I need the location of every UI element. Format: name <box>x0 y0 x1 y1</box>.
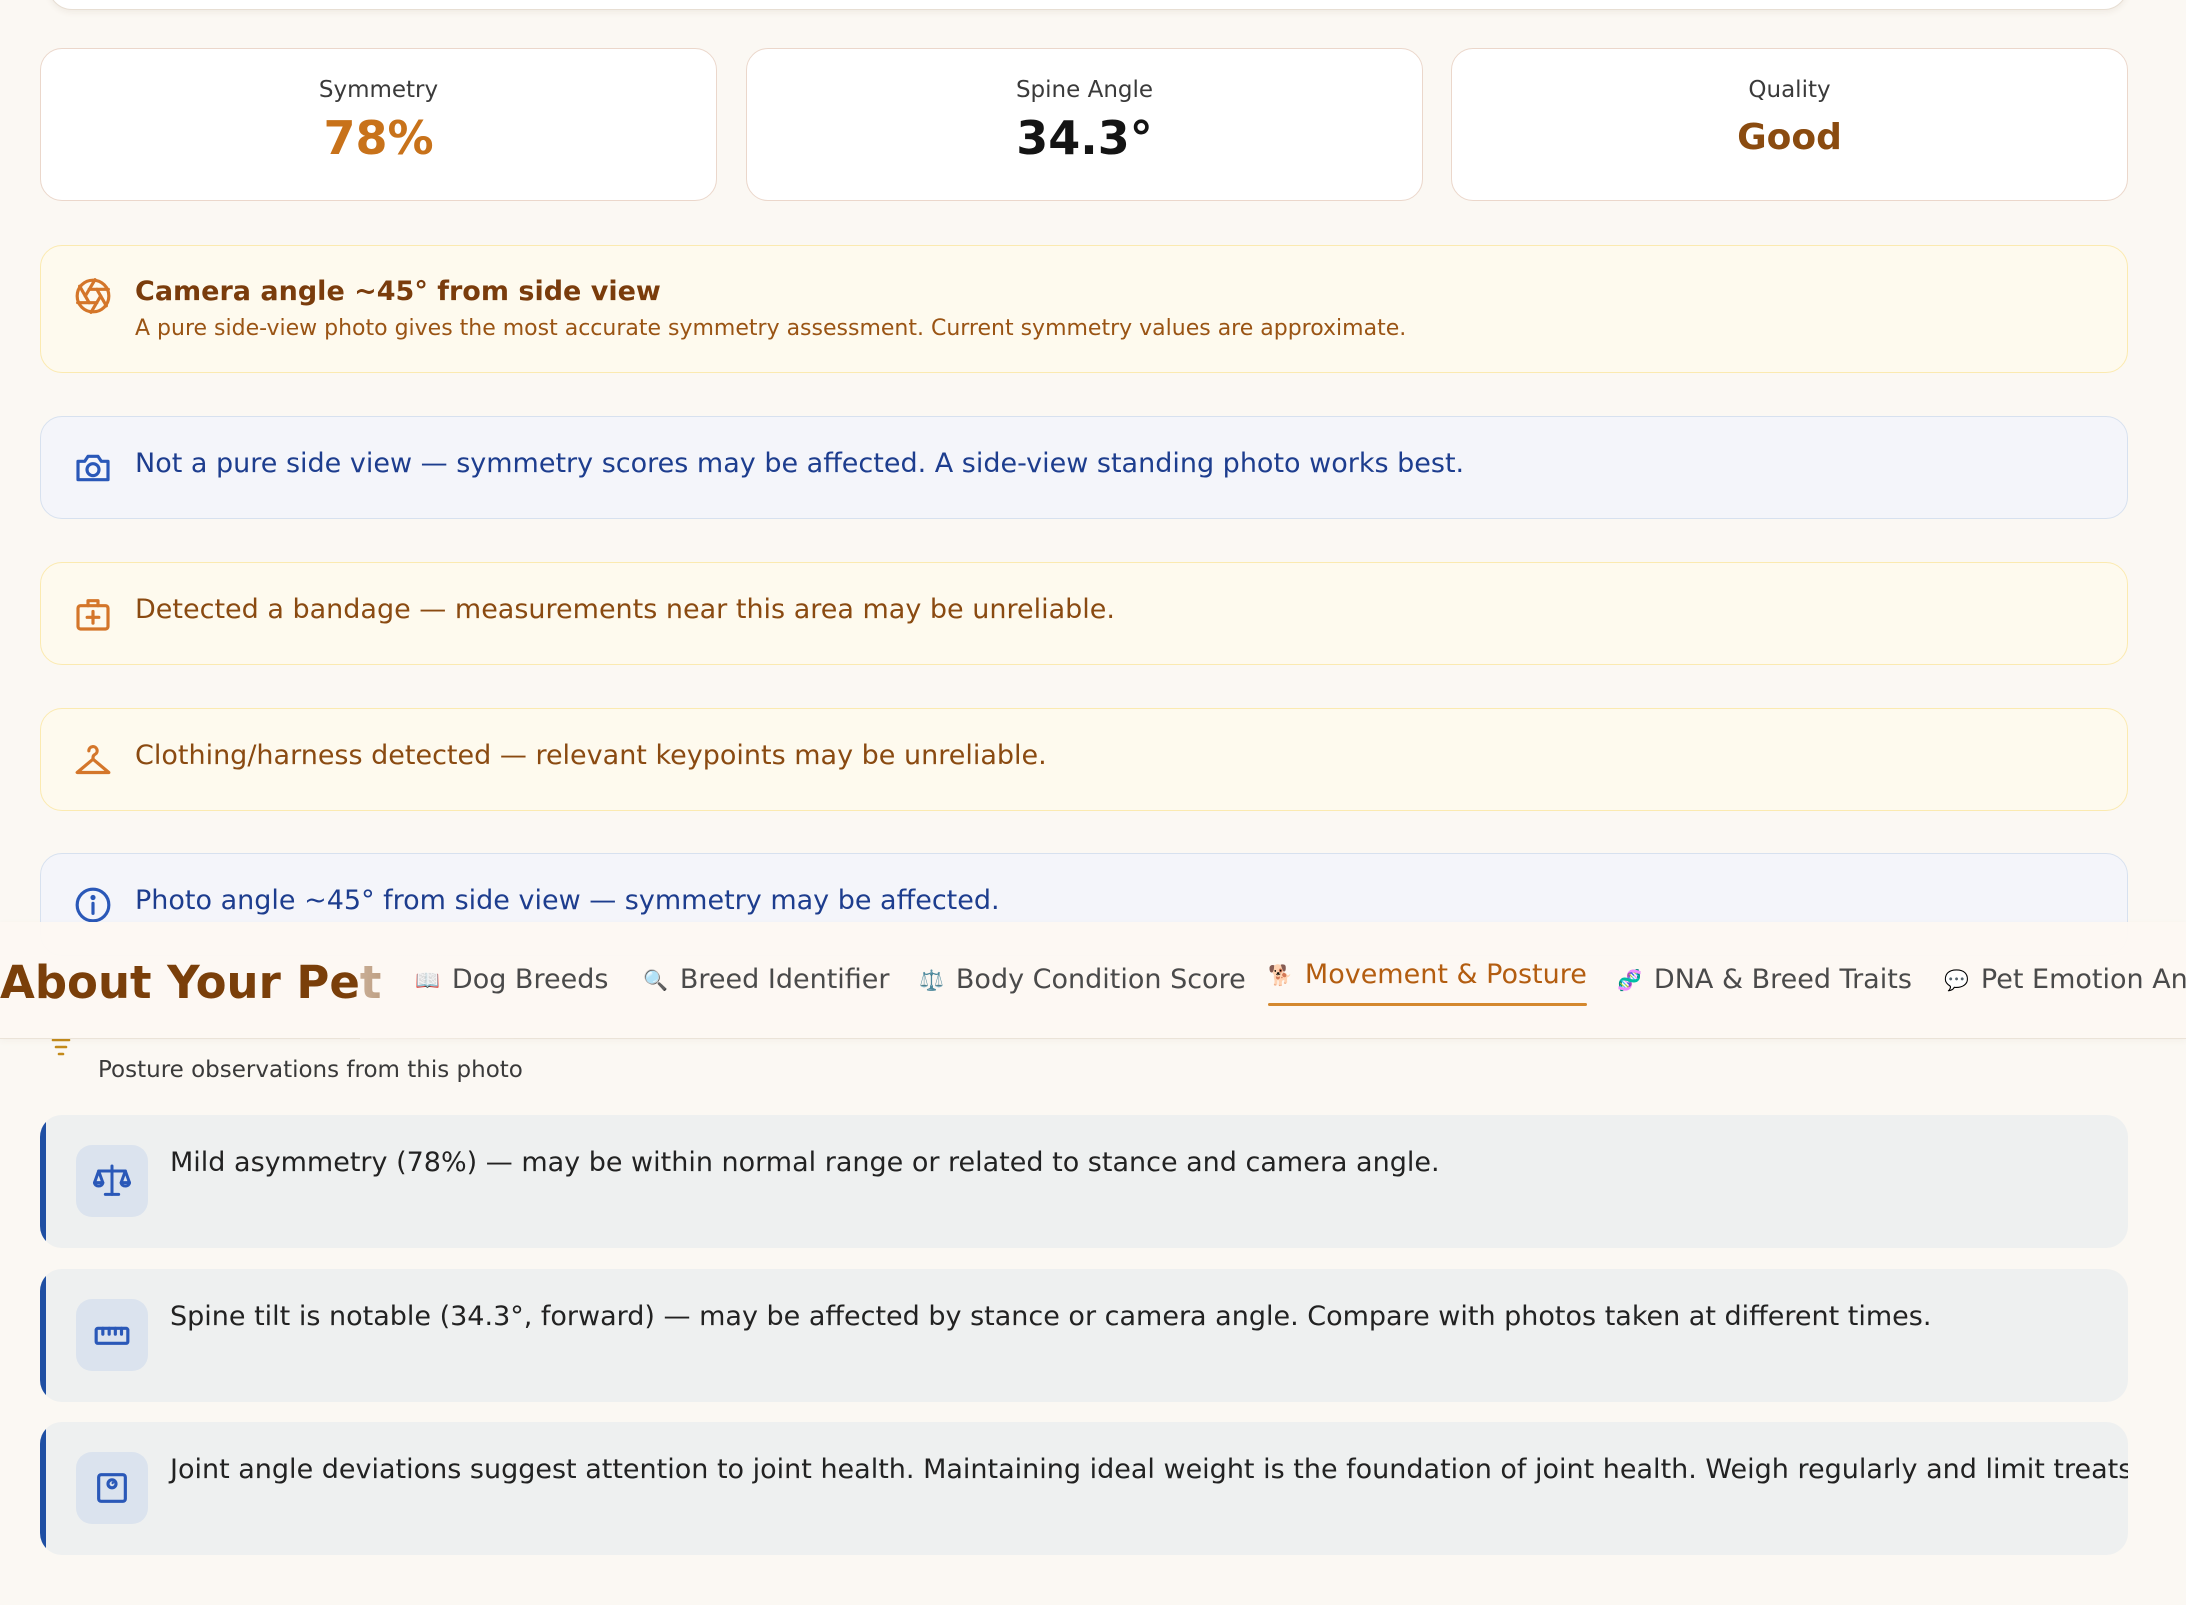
nav-tab-dna-breed-traits[interactable]: 🧬 DNA & Breed Traits <box>1617 964 1912 995</box>
observation-card: Mild asymmetry (78%) — may be within nor… <box>40 1115 2128 1248</box>
metric-value: 34.3° <box>1016 111 1153 165</box>
metric-value: Good <box>1737 117 1842 158</box>
observation-text: Joint angle deviations suggest attention… <box>170 1454 2128 1485</box>
metric-label: Quality <box>1748 77 1831 103</box>
nav-tab-label: Pet Emotion Ana <box>1980 964 2186 995</box>
medical-kit-icon <box>76 599 110 631</box>
nav-tab-body-condition-score[interactable]: ⚖️ Body Condition Score <box>919 964 1246 995</box>
nav-tab-breed-identifier[interactable]: 🔍 Breed Identifier <box>643 964 890 995</box>
balance-icon <box>76 1145 148 1217</box>
alert-text: Detected a bandage — measurements near t… <box>135 594 1115 625</box>
alert-text: Clothing/harness detected — relevant key… <box>135 740 1047 771</box>
nav-tab-pet-emotion[interactable]: 💬 Pet Emotion Ana <box>1944 964 2186 995</box>
nav-tab-label: Breed Identifier <box>679 964 890 995</box>
nav-tab-dog-breeds[interactable]: 📖 Dog Breeds <box>415 964 608 995</box>
metric-card-quality: Quality Good <box>1451 48 2128 201</box>
clothing-warning: Clothing/harness detected — relevant key… <box>40 708 2128 811</box>
metric-label: Symmetry <box>318 77 439 103</box>
weight-scale-icon <box>76 1452 148 1524</box>
previous-card-edge <box>48 0 2128 10</box>
alert-text: Photo angle ~45° from side view — symmet… <box>135 885 1000 916</box>
metric-card-spine-angle: Spine Angle 34.3° <box>746 48 1423 201</box>
alert-text: Not a pure side view — symmetry scores m… <box>135 448 1465 479</box>
metric-card-symmetry: Symmetry 78% <box>40 48 717 201</box>
nav-tab-movement-posture[interactable]: 🐕 Movement & Posture <box>1268 959 1587 1006</box>
section-subtitle: Posture observations from this photo <box>98 1057 523 1083</box>
ruler-icon <box>76 1299 148 1371</box>
nav-tab-label: Movement & Posture <box>1304 959 1587 990</box>
top-nav-bar: About Your Pet 📖 Dog Breeds 🔍 Breed Iden… <box>0 922 2186 1039</box>
brand-title[interactable]: About Your Pet <box>0 956 381 1009</box>
aperture-icon <box>75 278 111 314</box>
camera-angle-warning: Camera angle ~45° from side view A pure … <box>40 245 2128 373</box>
nav-tab-label: Body Condition Score <box>955 964 1246 995</box>
scale-icon: ⚖️ <box>919 967 944 992</box>
side-view-notice: Not a pure side view — symmetry scores m… <box>40 416 2128 519</box>
alert-text: A pure side-view photo gives the most ac… <box>135 316 1407 341</box>
speech-bubble-icon: 💬 <box>1944 967 1969 992</box>
metrics-row: Symmetry 78% Spine Angle 34.3° Quality G… <box>40 48 2128 201</box>
observation-card: Spine tilt is notable (34.3°, forward) —… <box>40 1269 2128 1402</box>
nav-tab-label: Dog Breeds <box>451 964 609 995</box>
metric-value: 78% <box>323 111 434 165</box>
alert-title: Camera angle ~45° from side view <box>135 276 661 307</box>
bandage-warning: Detected a bandage — measurements near t… <box>40 562 2128 665</box>
posture-section-icon <box>51 1038 71 1056</box>
hanger-icon <box>75 745 111 775</box>
book-icon: 📖 <box>415 967 440 992</box>
dog-icon: 🐕 <box>1268 962 1293 987</box>
observation-card: Joint angle deviations suggest attention… <box>40 1422 2128 1555</box>
metric-label: Spine Angle <box>1015 77 1154 103</box>
nav-tab-label: DNA & Breed Traits <box>1653 964 1912 995</box>
info-icon <box>75 887 111 923</box>
posture-analysis-page: Symmetry 78% Spine Angle 34.3° Quality G… <box>0 0 2186 1605</box>
magnifier-icon: 🔍 <box>643 967 668 992</box>
camera-icon <box>76 454 110 482</box>
dna-icon: 🧬 <box>1617 967 1642 992</box>
observation-text: Spine tilt is notable (34.3°, forward) —… <box>170 1301 1932 1332</box>
observation-text: Mild asymmetry (78%) — may be within nor… <box>170 1147 1440 1178</box>
